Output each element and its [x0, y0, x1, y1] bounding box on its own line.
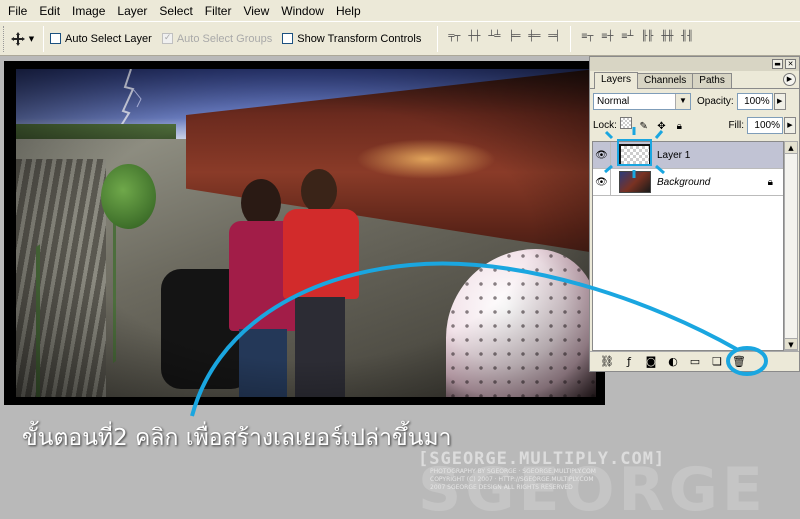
distribute-left-icon[interactable]: ╟╟ [638, 31, 656, 47]
lock-icons: ✎ ✥ 🔒︎ [617, 117, 685, 133]
new-layer-icon[interactable]: ❏ [706, 355, 728, 368]
layer-name: Background [657, 176, 711, 188]
chevron-down-icon[interactable]: ▼ [675, 93, 690, 109]
layers-scrollbar[interactable]: ▲ ▼ [784, 141, 798, 351]
layer-thumbnail [619, 171, 651, 193]
lock-label: Lock: [593, 119, 617, 131]
watermark-main: [SGEORGE.MULTIPLY.COM] [418, 449, 666, 469]
menu-layer[interactable]: Layer [111, 4, 153, 18]
separator [570, 25, 572, 52]
menu-file[interactable]: File [2, 4, 33, 18]
auto-select-layer-checkbox[interactable]: Auto Select Layer [50, 33, 152, 45]
distribute-hcenter-icon[interactable]: ╫╫ [658, 31, 676, 47]
layers-panel-footer: ⛓ ƒ ◙ ◐ ▭ ❏ 🗑︎ [590, 351, 799, 371]
eye-icon[interactable]: 👁︎ [593, 168, 611, 196]
opacity-slider-icon[interactable]: ▶ [773, 92, 786, 110]
fill-field[interactable]: 100% [747, 116, 783, 134]
fill-label: Fill: [728, 119, 744, 131]
lock-transparent-icon[interactable] [619, 117, 632, 129]
photo-train-platform [16, 69, 596, 397]
align-bottom-icon[interactable]: ┴╧ [485, 31, 503, 47]
show-transform-controls-checkbox[interactable]: Show Transform Controls [282, 33, 421, 45]
menu-select[interactable]: Select [153, 4, 198, 18]
layer-mask-icon[interactable]: ◙ [640, 355, 662, 368]
layer-row-layer-1[interactable]: 👁︎ Layer 1 [593, 141, 783, 169]
menu-filter[interactable]: Filter [199, 4, 238, 18]
align-buttons: ╤┬ ┼┼ ┴╧ ╞═ ╪═ ═╡ [444, 31, 564, 47]
layer-lock-icon: 🔒︎ [767, 176, 773, 188]
align-left-icon[interactable]: ╞═ [505, 31, 523, 47]
options-bar: ▼ Auto Select Layer Auto Select Groups S… [0, 21, 800, 56]
fill-slider-icon[interactable]: ▶ [784, 116, 796, 134]
new-group-icon[interactable]: ▭ [684, 355, 706, 368]
layer-name: Layer 1 [657, 149, 691, 161]
eye-icon[interactable]: 👁︎ [593, 141, 611, 169]
separator [437, 25, 439, 52]
distribute-vcenter-icon[interactable]: ≡┼ [598, 31, 616, 47]
photo-frame [4, 61, 605, 405]
layer-style-icon[interactable]: ƒ [618, 355, 640, 368]
layer-thumbnail [619, 144, 651, 166]
align-hcenter-icon[interactable]: ╪═ [525, 31, 543, 47]
menu-bar: File Edit Image Layer Select Filter View… [0, 0, 800, 21]
tab-paths[interactable]: Paths [692, 73, 732, 88]
layers-panel: ▬ ✕ Layers Channels Paths ▶ Normal ▼ Opac… [589, 56, 800, 372]
distribute-right-icon[interactable]: ╢╢ [678, 31, 696, 47]
menu-window[interactable]: Window [275, 4, 330, 18]
auto-select-groups-checkbox: Auto Select Groups [161, 33, 272, 45]
panel-tabs: Layers Channels Paths ▶ [590, 71, 799, 89]
distribute-buttons: ≡┬ ≡┼ ≡┴ ╟╟ ╫╫ ╢╢ [577, 31, 697, 47]
panel-menu-icon[interactable]: ▶ [783, 73, 796, 86]
distribute-bottom-icon[interactable]: ≡┴ [618, 31, 636, 47]
tool-preset-dropdown-icon[interactable]: ▼ [29, 35, 34, 43]
checkbox-checked-icon [161, 33, 173, 44]
lock-row: Lock: ✎ ✥ 🔒︎ Fill: 100% ▶ [590, 113, 799, 137]
lock-brush-icon[interactable]: ✎ [638, 121, 650, 133]
tab-layers[interactable]: Layers [594, 72, 639, 89]
tutorial-caption: ขั้นตอนที่2 คลิก เพื่อสร้างเลเยอร์เปล่าข… [22, 425, 452, 451]
distribute-top-icon[interactable]: ≡┬ [578, 31, 596, 47]
menu-help[interactable]: Help [330, 4, 367, 18]
menu-image[interactable]: Image [66, 4, 111, 18]
opacity-label: Opacity: [697, 95, 734, 107]
scroll-down-icon[interactable]: ▼ [785, 338, 797, 350]
move-tool-icon[interactable]: ▼ [7, 26, 37, 52]
blend-mode-select[interactable]: Normal ▼ [593, 92, 691, 110]
scroll-up-icon[interactable]: ▲ [785, 142, 797, 154]
blend-row: Normal ▼ Opacity: 100% ▶ [590, 89, 799, 113]
adjustment-layer-icon[interactable]: ◐ [662, 355, 684, 368]
lock-all-icon[interactable]: 🔒︎ [673, 121, 685, 133]
layers-list: 👁︎ Layer 1 👁︎ Background 🔒︎ [592, 141, 784, 351]
layer-row-background[interactable]: 👁︎ Background 🔒︎ [593, 168, 783, 196]
align-right-icon[interactable]: ═╡ [545, 31, 563, 47]
checkbox-icon[interactable] [282, 33, 294, 44]
align-vcenter-icon[interactable]: ┼┼ [465, 31, 483, 47]
photo-vignette [16, 69, 596, 397]
checkbox-icon[interactable] [50, 33, 61, 44]
menu-view[interactable]: View [237, 4, 275, 18]
close-icon[interactable]: ✕ [785, 59, 796, 69]
lock-move-icon[interactable]: ✥ [655, 121, 667, 133]
align-top-icon[interactable]: ╤┬ [445, 31, 463, 47]
separator [43, 25, 44, 52]
minimize-icon[interactable]: ▬ [772, 59, 783, 69]
watermark-small: PHOTOGRAPHY BY SGEORGE · SGEORGE.MULTIPL… [430, 468, 596, 491]
menu-edit[interactable]: Edit [33, 4, 66, 18]
link-layers-icon[interactable]: ⛓ [596, 355, 618, 368]
opacity-field[interactable]: 100% [736, 92, 773, 110]
tab-channels[interactable]: Channels [637, 73, 694, 88]
panel-titlebar[interactable]: ▬ ✕ [590, 57, 799, 71]
trash-icon[interactable]: 🗑︎ [728, 355, 750, 368]
